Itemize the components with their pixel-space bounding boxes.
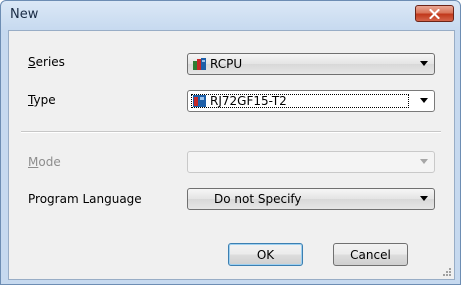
chevron-down-icon [420, 159, 428, 164]
mode-dropdown [187, 151, 435, 173]
ok-button[interactable]: OK [228, 243, 303, 266]
chevron-down-icon [420, 196, 428, 201]
series-label: Series [28, 55, 65, 69]
program-language-dropdown[interactable]: Do not Specify [187, 188, 435, 210]
plc-module-icon [193, 95, 206, 107]
dialog-title: New [10, 7, 39, 22]
chevron-down-icon [420, 61, 428, 66]
plc-module-icon [193, 58, 206, 70]
close-button[interactable] [415, 5, 454, 22]
type-value: RJ72GF15-T2 [210, 94, 287, 108]
program-language-label: Program Language [28, 192, 142, 206]
chevron-down-icon [420, 98, 428, 103]
type-label: Type [28, 93, 56, 107]
separator [21, 131, 441, 133]
close-icon [429, 8, 440, 19]
type-dropdown[interactable]: RJ72GF15-T2 [187, 90, 435, 112]
mode-label: Mode [28, 155, 61, 169]
series-value: RCPU [210, 57, 243, 71]
new-dialog: New Series RCPU Type RJ72GF15-T2 Mode Pr… [0, 0, 461, 285]
program-language-value: Do not Specify [214, 192, 302, 206]
cancel-button[interactable]: Cancel [333, 243, 408, 266]
resize-grip-icon[interactable] [442, 267, 452, 277]
dialog-client-area: Series RCPU Type RJ72GF15-T2 Mode Progra… [8, 30, 455, 280]
series-dropdown[interactable]: RCPU [187, 53, 435, 75]
title-bar[interactable]: New [1, 1, 460, 29]
